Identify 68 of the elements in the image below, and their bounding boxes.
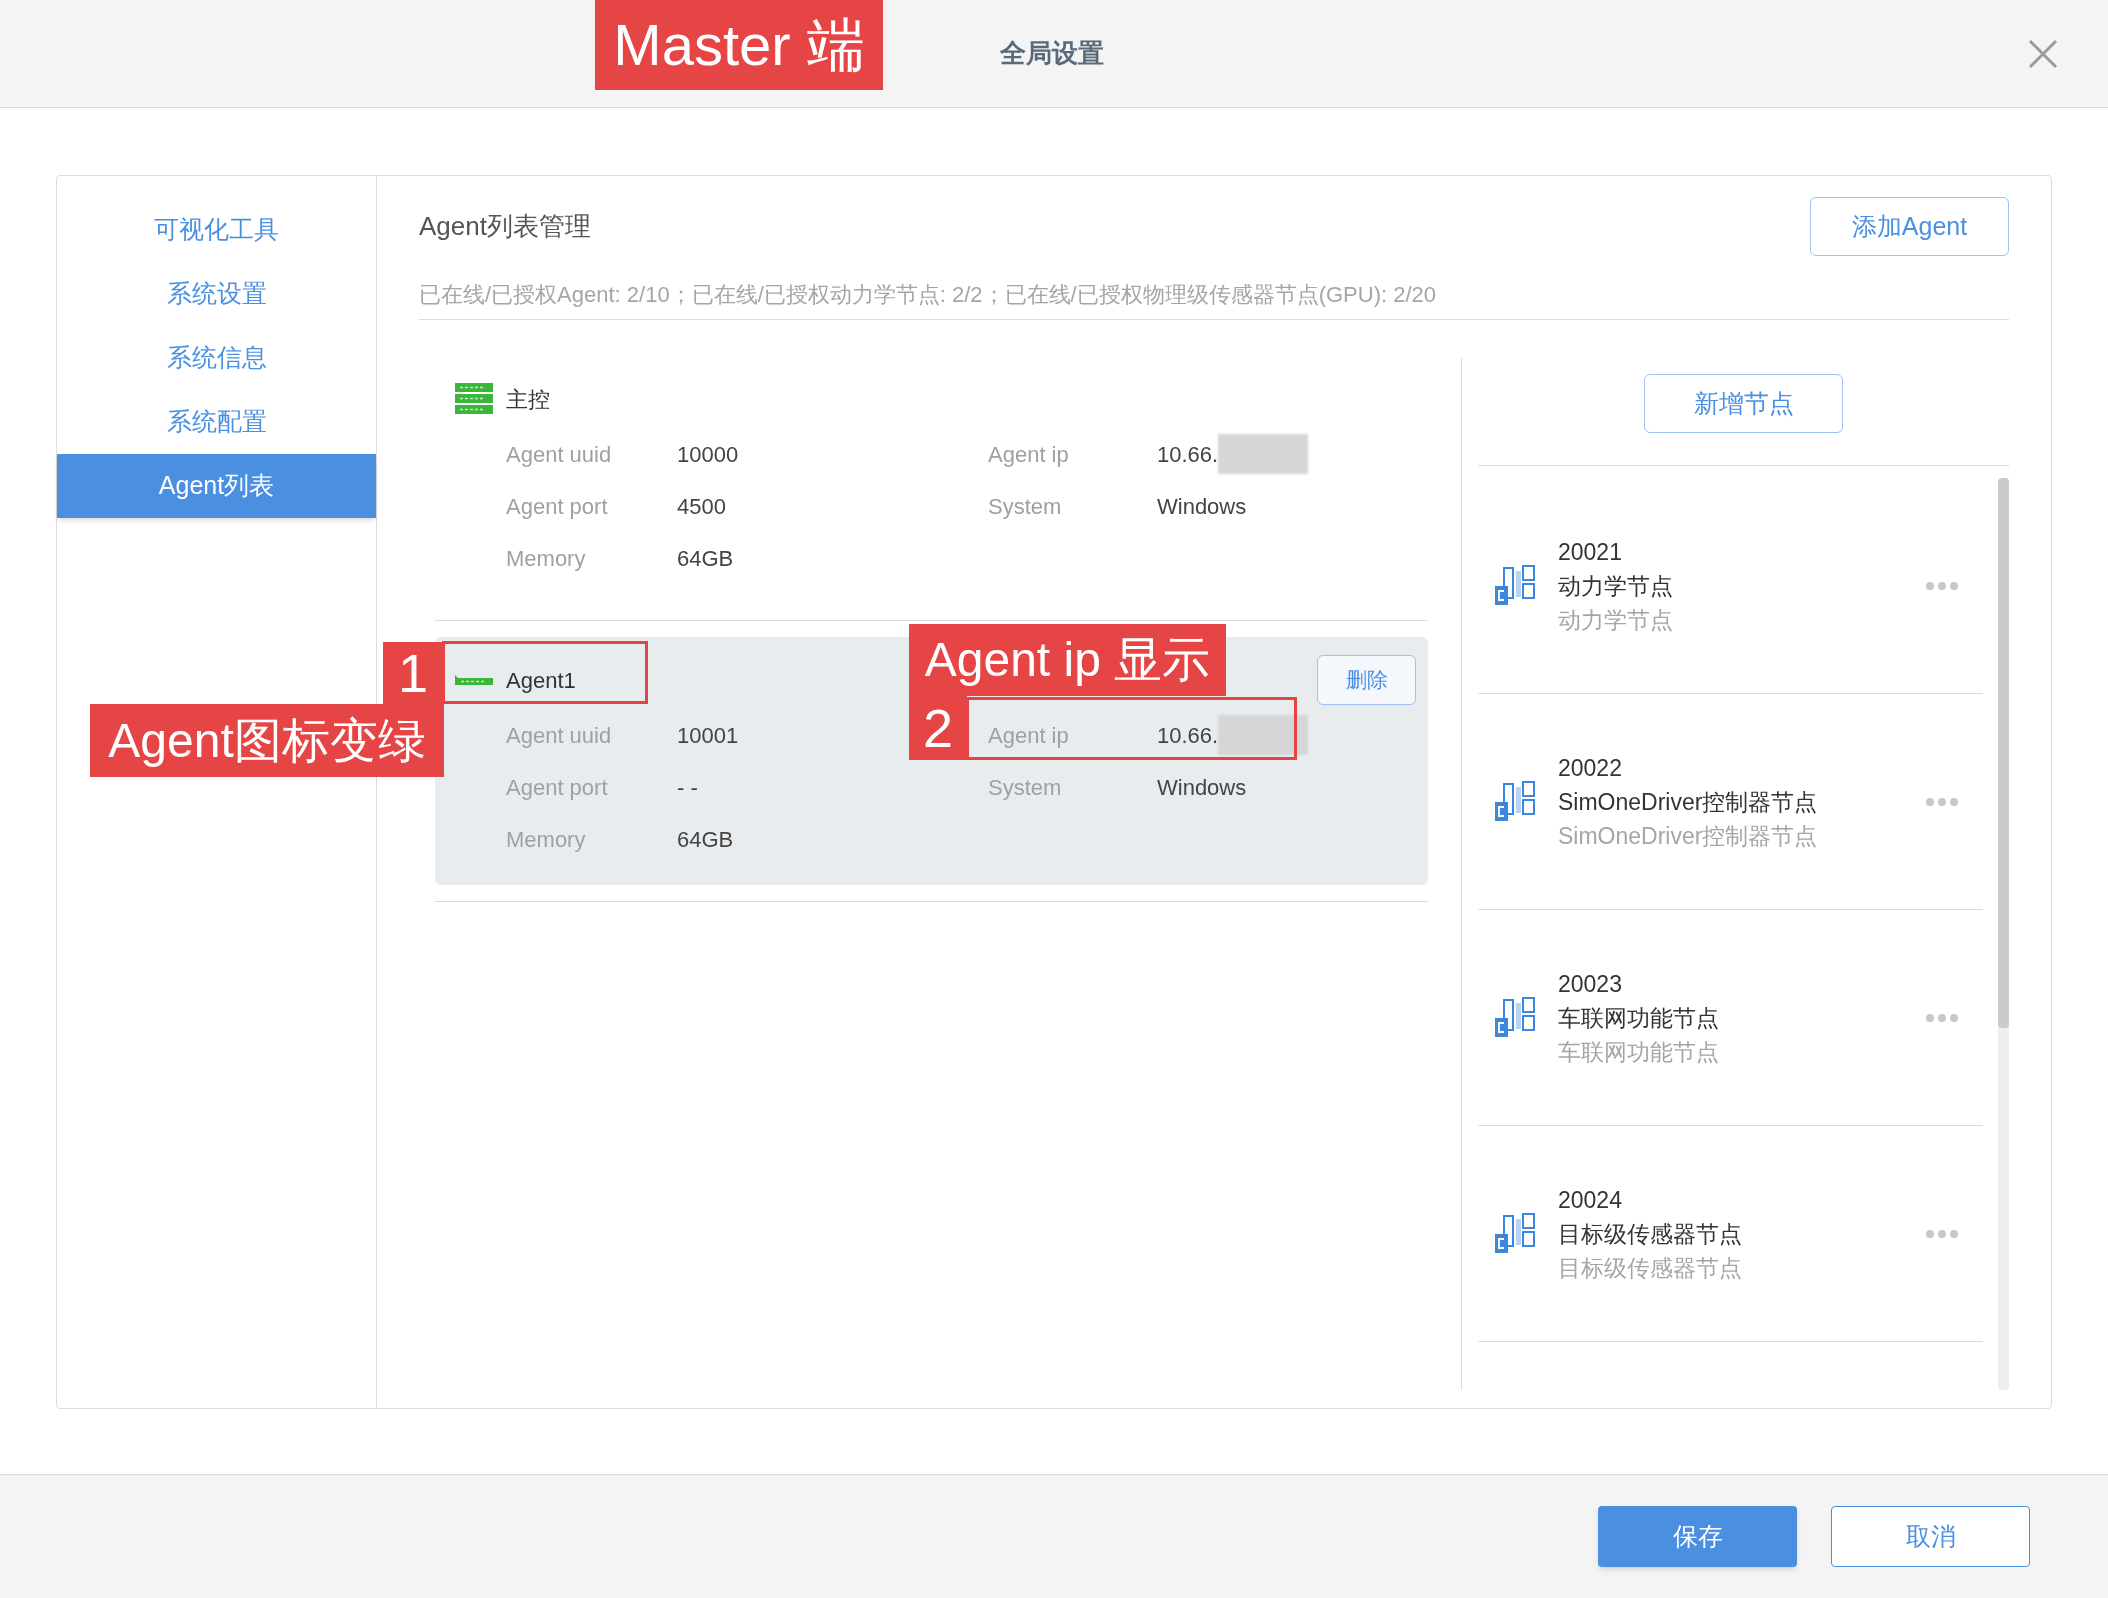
field-value: 10000 xyxy=(677,440,739,469)
field-label: Agent ip xyxy=(988,721,1069,750)
node-id: 20024 xyxy=(1558,1185,1623,1215)
delete-button[interactable]: 删除 xyxy=(1317,655,1416,705)
field-label: Agent ip xyxy=(988,440,1069,469)
field-label: Agent uuid xyxy=(506,721,612,750)
add-agent-button[interactable]: 添加Agent xyxy=(1810,197,2009,256)
node-name: 目标级传感器节点 xyxy=(1558,1219,1743,1249)
field-value: 4500 xyxy=(677,492,726,521)
field-label: Memory xyxy=(506,825,586,854)
node-icon xyxy=(1494,780,1536,823)
node-name: 车联网功能节点 xyxy=(1558,1003,1720,1033)
sidebar-item[interactable]: 系统设置 xyxy=(57,262,376,326)
agent-name: 主控 xyxy=(506,385,550,414)
more-icon[interactable] xyxy=(1925,796,1959,807)
save-button[interactable]: 保存 xyxy=(1598,1506,1797,1567)
field-value: 64GB xyxy=(677,825,734,854)
node-item[interactable]: 20024 目标级传感器节点 目标级传感器节点 xyxy=(1478,1126,1983,1342)
cancel-button[interactable]: 取消 xyxy=(1831,1506,2030,1567)
annotation-label: Agent ip 显示 xyxy=(909,624,1226,696)
field-value: 10.66. xyxy=(1157,440,1219,469)
node-item[interactable]: 20023 车联网功能节点 车联网功能节点 xyxy=(1478,910,1983,1126)
more-icon[interactable] xyxy=(1925,580,1959,591)
node-icon xyxy=(1494,564,1536,607)
node-id: 20022 xyxy=(1558,753,1623,783)
more-icon[interactable] xyxy=(1925,1012,1959,1023)
server-icon xyxy=(454,674,494,686)
node-description: 目标级传感器节点 xyxy=(1558,1253,1743,1283)
field-value: - - xyxy=(677,773,698,802)
node-name: 动力学节点 xyxy=(1558,571,1674,601)
agent-name: Agent1 xyxy=(506,666,576,695)
node-item[interactable]: 20022 SimOneDriver控制器节点 SimOneDriver控制器节点 xyxy=(1478,694,1983,910)
annotation-label: 1 xyxy=(383,642,443,704)
field-label: Memory xyxy=(506,544,586,573)
sidebar-item[interactable]: 可视化工具 xyxy=(57,198,376,262)
annotation-label: Master 端 xyxy=(595,0,883,90)
dialog-title: 全局设置 xyxy=(1000,37,1104,70)
close-icon[interactable] xyxy=(2028,38,2058,69)
node-icon xyxy=(1494,1212,1536,1255)
sidebar-item[interactable]: 系统配置 xyxy=(57,390,376,454)
field-label: Agent port xyxy=(506,773,608,802)
more-icon[interactable] xyxy=(1925,1228,1959,1239)
summary-text: 已在线/已授权Agent: 2/10；已在线/已授权动力学节点: 2/2；已在线/已授权物理级传感器节点(GPU): 2/20 xyxy=(419,282,1437,307)
field-label: Agent port xyxy=(506,492,608,521)
section-title: Agent列表管理 xyxy=(419,210,591,243)
node-item[interactable]: 20021 动力学节点 动力学节点 xyxy=(1478,478,1983,694)
node-description: 动力学节点 xyxy=(1558,605,1674,635)
field-value: Windows xyxy=(1157,773,1247,802)
field-label: System xyxy=(988,773,1062,802)
field-value: 10001 xyxy=(677,721,739,750)
field-label: System xyxy=(988,492,1062,521)
node-id: 20021 xyxy=(1558,537,1623,567)
node-icon xyxy=(1494,996,1536,1039)
sidebar-item[interactable]: 系统信息 xyxy=(57,326,376,390)
node-description: 车联网功能节点 xyxy=(1558,1037,1720,1067)
field-value: 10.66. xyxy=(1157,721,1219,750)
field-value: 64GB xyxy=(677,544,734,573)
add-node-button[interactable]: 新增节点 xyxy=(1644,374,1843,433)
annotation-label: 2 xyxy=(909,696,967,760)
server-icon xyxy=(454,382,494,416)
field-label: Agent uuid xyxy=(506,440,612,469)
node-id: 20023 xyxy=(1558,969,1623,999)
scrollbar-thumb[interactable] xyxy=(1998,478,2009,1028)
annotation-label: Agent图标变绿 xyxy=(90,704,444,777)
node-name: SimOneDriver控制器节点 xyxy=(1558,787,1819,817)
sidebar-item[interactable]: Agent列表 xyxy=(57,454,376,518)
field-value: Windows xyxy=(1157,492,1247,521)
node-description: SimOneDriver控制器节点 xyxy=(1558,821,1819,851)
